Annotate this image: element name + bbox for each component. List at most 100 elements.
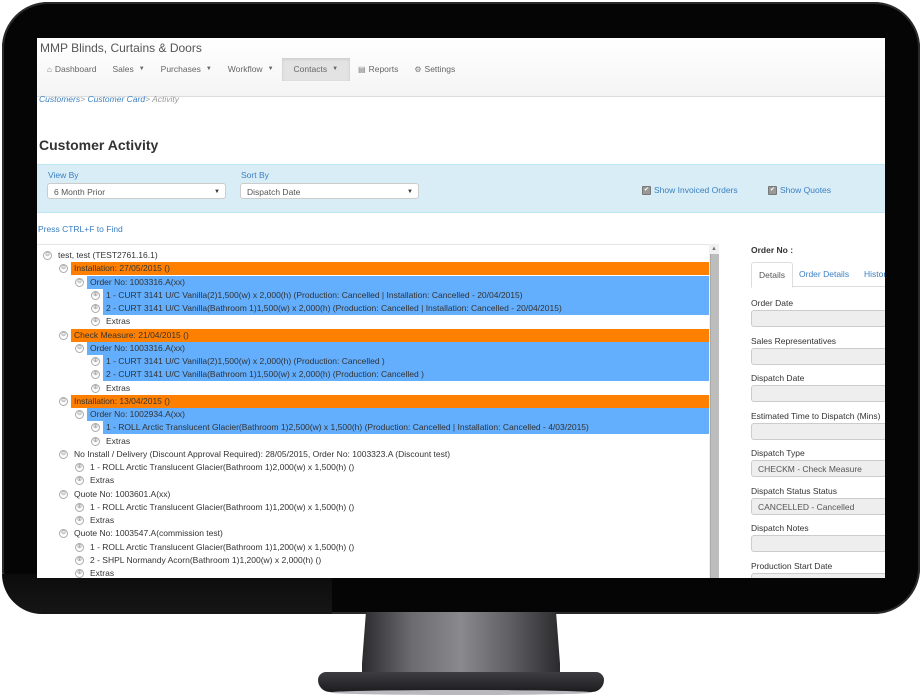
- field-input[interactable]: CHECKM - Check Measure: [751, 460, 885, 477]
- tree-row-text: Installation: 27/05/2015 (): [74, 263, 170, 274]
- breadcrumb-customer-card[interactable]: Customer Card: [87, 94, 145, 104]
- field-input[interactable]: [751, 535, 885, 552]
- expand-node-icon[interactable]: ⊕: [75, 542, 84, 552]
- caret-down-icon: ▼: [332, 66, 339, 72]
- tree-row-plain-item[interactable]: 2 - SHPL Normandy Acorn(Bathroom 1)1,200…: [87, 554, 321, 567]
- collapse-node-icon[interactable]: ⊖: [59, 396, 68, 406]
- expand-node-icon[interactable]: ⊕: [91, 436, 100, 446]
- expand-node-icon[interactable]: ⊕: [75, 502, 84, 512]
- expand-node-icon[interactable]: ⊕: [91, 370, 100, 380]
- dropdown-arrow-icon: ▼: [407, 189, 413, 195]
- collapse-node-icon[interactable]: ⊖: [59, 529, 68, 539]
- monitor-stand-base: [318, 672, 604, 692]
- collapse-node-icon[interactable]: ⊖: [59, 489, 68, 499]
- tab-details[interactable]: Details: [751, 262, 793, 288]
- expand-node-icon[interactable]: ⊕: [91, 357, 100, 366]
- tab-order-details[interactable]: Order Details: [792, 262, 856, 286]
- app-header: MMP Blinds, Curtains & Doors ⌂ Dashboard…: [37, 38, 885, 97]
- nav-reports[interactable]: ▤ Reports: [350, 58, 406, 81]
- tab-history[interactable]: History: [857, 262, 885, 286]
- tree-row-customer[interactable]: test, test (TEST2761.16.1): [55, 249, 158, 262]
- field-input[interactable]: CANCELLED - Cancelled: [751, 497, 885, 515]
- sort-by-select[interactable]: Dispatch Date ▼: [240, 183, 419, 199]
- tree-row-plain-item[interactable]: 1 - ROLL Arctic Translucent Glacier(Bath…: [87, 541, 354, 554]
- tree-row-item[interactable]: 2 - CURT 3141 U/C Vanilla(Bathroom 1)1,5…: [103, 302, 709, 315]
- field-label: Dispatch Date: [751, 373, 805, 383]
- tree-row-plain[interactable]: No Install / Delivery (Discount Approval…: [71, 448, 450, 461]
- chart-icon: ▤: [358, 65, 366, 74]
- expand-node-icon[interactable]: ⊕: [91, 383, 100, 393]
- sort-by-value: Dispatch Date: [247, 187, 301, 197]
- tree-scrollbar[interactable]: ▲: [709, 244, 719, 578]
- scroll-up-arrow-icon[interactable]: ▲: [709, 244, 719, 254]
- breadcrumb-separator: >: [80, 94, 86, 104]
- nav-purchases[interactable]: Purchases ▼: [153, 58, 220, 81]
- checkbox-checked-icon[interactable]: ✔: [768, 185, 777, 195]
- expand-node-icon[interactable]: ⊕: [75, 569, 84, 578]
- show-invoiced-orders-checkbox[interactable]: ✔ Show Invoiced Orders: [642, 185, 738, 195]
- tree-row-item[interactable]: 2 - CURT 3141 U/C Vanilla(Bathroom 1)1,5…: [103, 368, 709, 382]
- expand-node-icon[interactable]: ⊕: [75, 555, 84, 565]
- tree-row-extras[interactable]: Extras: [103, 435, 130, 448]
- nav-dashboard[interactable]: ⌂ Dashboard: [41, 58, 104, 81]
- caret-down-icon: ▼: [267, 66, 274, 72]
- collapse-node-icon[interactable]: ⊖: [59, 330, 68, 340]
- collapse-node-icon[interactable]: ⊖: [75, 343, 84, 353]
- tree-row-text: 1 - ROLL Arctic Translucent Glacier(Bath…: [106, 422, 589, 433]
- collapse-node-icon[interactable]: ⊖: [59, 264, 68, 274]
- collapse-node-icon[interactable]: ⊖: [43, 251, 52, 260]
- collapse-node-icon[interactable]: ⊖: [75, 277, 84, 287]
- detail-tabs: Details Order Details History: [751, 262, 885, 288]
- tree-row-text: Extras: [106, 435, 131, 446]
- scroll-thumb[interactable]: [710, 254, 719, 578]
- tree-row-plain-item[interactable]: Extras: [87, 474, 114, 487]
- bezel-gloss: [2, 574, 332, 614]
- nav-contacts[interactable]: Contacts ▼: [281, 58, 351, 81]
- tree-row-dispatch[interactable]: Installation: 13/04/2015 (): [71, 394, 709, 408]
- tree-row-plain-item[interactable]: Extras: [87, 567, 114, 578]
- tree-row-plain[interactable]: Quote No: 1003601.A(xx): [71, 488, 170, 501]
- checkbox-checked-icon[interactable]: ✔: [642, 185, 651, 195]
- expand-node-icon[interactable]: ⊕: [91, 423, 100, 433]
- app-title[interactable]: MMP Blinds, Curtains & Doors: [40, 41, 202, 55]
- field-input[interactable]: [751, 422, 885, 440]
- expand-node-icon[interactable]: ⊕: [91, 304, 100, 313]
- tree-row-plain-item[interactable]: 1 - ROLL Arctic Translucent Glacier(Bath…: [87, 501, 354, 514]
- tree-row-order[interactable]: Order No: 1003316.A(xx): [87, 341, 709, 355]
- expand-node-icon[interactable]: ⊕: [91, 317, 100, 327]
- expand-node-icon[interactable]: ⊕: [91, 290, 100, 300]
- field-label: Production Start Date: [751, 560, 833, 571]
- tree-row-dispatch[interactable]: Installation: 27/05/2015 (): [71, 262, 709, 276]
- expand-node-icon[interactable]: ⊕: [75, 516, 84, 525]
- nav-settings[interactable]: ⚙ Settings: [406, 58, 463, 81]
- field-label: Dispatch Notes: [751, 523, 809, 533]
- main-nav: ⌂ Dashboard Sales ▼ Purchases ▼ Workflow…: [41, 58, 463, 81]
- nav-workflow[interactable]: Workflow ▼: [220, 58, 282, 81]
- expand-node-icon[interactable]: ⊕: [75, 476, 84, 486]
- tree-row-item[interactable]: 1 - CURT 3141 U/C Vanilla(2)1,500(w) x 2…: [103, 288, 709, 302]
- view-by-select[interactable]: 6 Month Prior ▼: [47, 183, 226, 199]
- collapse-node-icon[interactable]: ⊖: [59, 449, 68, 459]
- tree-row-plain-item[interactable]: 1 - ROLL Arctic Translucent Glacier(Bath…: [87, 461, 354, 474]
- field-input[interactable]: [751, 385, 885, 402]
- tree-row-order[interactable]: Order No: 1002934.A(xx): [87, 408, 709, 421]
- expand-node-icon[interactable]: ⊕: [75, 463, 84, 472]
- tree-row-item[interactable]: 1 - CURT 3141 U/C Vanilla(2)1,500(w) x 2…: [103, 355, 709, 368]
- field-input[interactable]: [751, 572, 885, 578]
- show-quotes-checkbox[interactable]: ✔ Show Quotes: [768, 185, 831, 195]
- nav-sales[interactable]: Sales ▼: [104, 58, 152, 81]
- tree-row-extras[interactable]: Extras: [103, 382, 130, 395]
- tree-row-plain[interactable]: Quote No: 1003547.A(commission test): [71, 527, 223, 540]
- tree-row-dispatch[interactable]: Check Measure: 21/04/2015 (): [71, 328, 709, 342]
- field-input[interactable]: [751, 310, 885, 327]
- tree-row-extras[interactable]: Extras: [103, 315, 130, 328]
- field-label: Order Date: [751, 298, 794, 308]
- tree-row-text: Order No: 1003316.A(xx): [90, 342, 185, 353]
- breadcrumb-customers[interactable]: Customers: [39, 94, 80, 104]
- field-input[interactable]: [751, 347, 885, 365]
- tree-row-plain-item[interactable]: Extras: [87, 514, 114, 527]
- tree-row-order[interactable]: Order No: 1003316.A(xx): [87, 275, 709, 289]
- collapse-node-icon[interactable]: ⊖: [75, 410, 84, 419]
- show-invoiced-orders-label: Show Invoiced Orders: [654, 185, 738, 195]
- tree-row-item[interactable]: 1 - ROLL Arctic Translucent Glacier(Bath…: [103, 421, 709, 435]
